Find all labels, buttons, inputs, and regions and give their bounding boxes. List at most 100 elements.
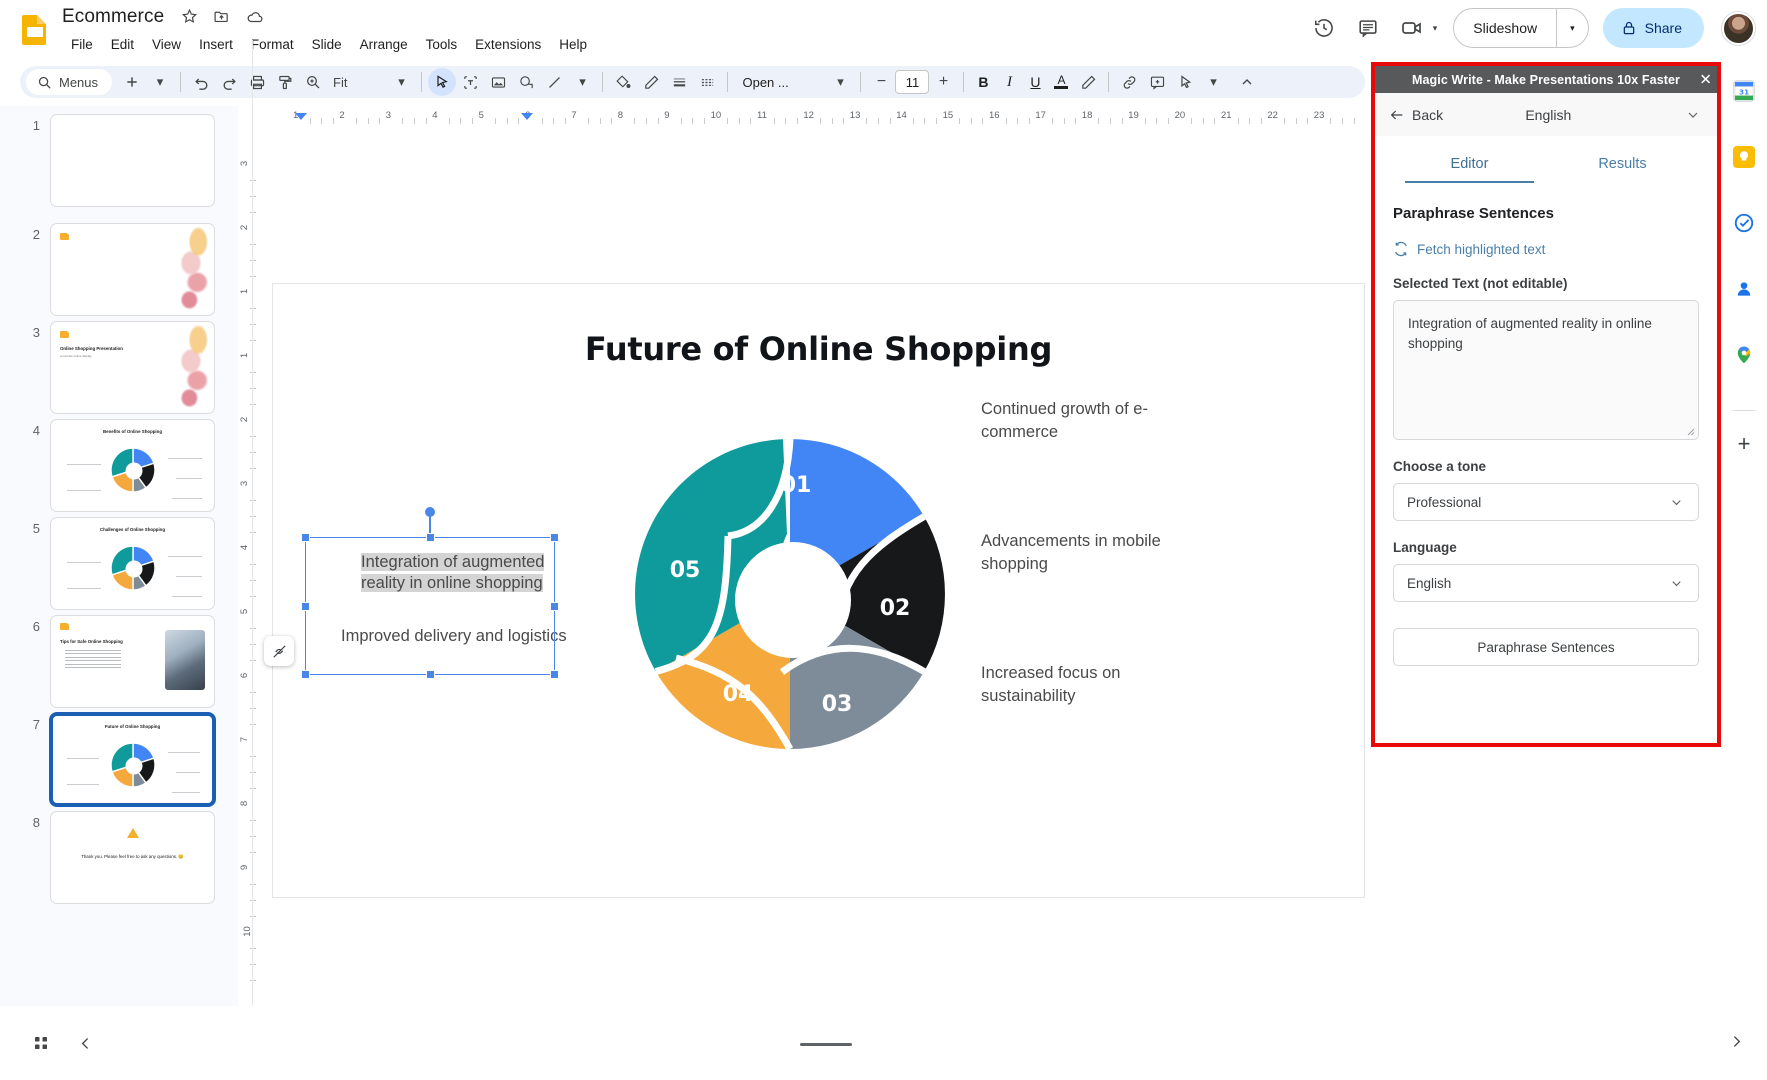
tab-editor[interactable]: Editor xyxy=(1393,142,1546,183)
list-item[interactable]: 3 Online Shopping Presentation a concise… xyxy=(14,321,215,414)
zoom-level-label[interactable]: Fit xyxy=(327,75,353,90)
highlighted-text[interactable]: Integration of augmented reality in onli… xyxy=(361,553,544,592)
horizontal-ruler[interactable]: 1234567891011121314151617181920212223 xyxy=(256,106,1366,128)
tab-results[interactable]: Results xyxy=(1546,142,1699,183)
move-to-folder-icon[interactable] xyxy=(213,8,230,25)
menu-file[interactable]: File xyxy=(62,34,102,55)
keep-icon[interactable] xyxy=(1733,146,1755,168)
shape-icon[interactable] xyxy=(512,68,540,96)
new-slide-button[interactable] xyxy=(118,68,146,96)
insert-link-icon[interactable] xyxy=(1115,68,1143,96)
resize-handle-w[interactable] xyxy=(301,602,310,611)
resize-grip-icon[interactable] xyxy=(1685,426,1695,436)
current-slide[interactable]: Future of Online Shopping xyxy=(272,283,1365,898)
undo-icon[interactable] xyxy=(187,68,215,96)
slide-thumbnail-7[interactable]: Future of Online Shopping xyxy=(50,713,215,806)
tone-select[interactable]: Professional xyxy=(1393,483,1699,521)
vertical-ruler[interactable]: 32112345678910 xyxy=(238,128,260,998)
menu-insert[interactable]: Insert xyxy=(190,34,242,55)
paint-format-icon[interactable] xyxy=(271,68,299,96)
meet-button[interactable]: ▾ xyxy=(1392,8,1438,48)
selected-text-content[interactable]: Integration of augmented reality in onli… xyxy=(361,552,556,594)
menu-tools[interactable]: Tools xyxy=(417,34,467,55)
add-comment-icon[interactable] xyxy=(1143,68,1171,96)
resize-handle-s[interactable] xyxy=(426,670,435,679)
slide-thumbnail-8[interactable]: Thank you. Please feel free to ask any q… xyxy=(50,811,215,904)
slide-filmstrip[interactable]: 1 2 3 Online Shopping Presentation a con… xyxy=(0,106,238,1006)
menu-view[interactable]: View xyxy=(143,34,190,55)
magic-write-panel[interactable]: Magic Write - Make Presentations 10x Fas… xyxy=(1375,66,1717,743)
back-button[interactable]: Back xyxy=(1389,107,1443,123)
tasks-icon[interactable] xyxy=(1733,212,1755,234)
font-family-caret-icon[interactable]: ▾ xyxy=(826,68,854,96)
meet-caret-icon[interactable]: ▾ xyxy=(1433,23,1438,34)
slides-logo-icon[interactable] xyxy=(18,12,52,46)
list-item[interactable]: 7 Future of Online Shopping xyxy=(14,713,215,806)
menu-help[interactable]: Help xyxy=(550,34,596,55)
slideshow-button[interactable]: Slideshow ▾ xyxy=(1453,8,1588,48)
increase-font-size-button[interactable]: + xyxy=(929,68,957,96)
slideshow-caret-icon[interactable]: ▾ xyxy=(1557,9,1588,47)
line-caret-icon[interactable]: ▾ xyxy=(568,68,596,96)
resize-handle-e[interactable] xyxy=(550,602,559,611)
image-icon[interactable] xyxy=(484,68,512,96)
bold-button[interactable]: B xyxy=(970,68,996,96)
new-slide-caret-icon[interactable]: ▾ xyxy=(146,68,174,96)
line-icon[interactable] xyxy=(540,68,568,96)
list-item[interactable]: 1 xyxy=(14,114,215,207)
menu-extensions[interactable]: Extensions xyxy=(466,34,550,55)
menu-edit[interactable]: Edit xyxy=(102,34,143,55)
menus-search-button[interactable]: Menus xyxy=(26,69,112,95)
text-box-icon[interactable] xyxy=(456,68,484,96)
slide-label-right-3[interactable]: Increased focus on sustainability xyxy=(981,662,1176,709)
addon-language-label[interactable]: English xyxy=(1525,107,1571,123)
list-item[interactable]: 8 Thank you. Please feel free to ask any… xyxy=(14,811,215,904)
calendar-icon[interactable]: 31 xyxy=(1733,80,1755,102)
resize-handle-n[interactable] xyxy=(426,533,435,542)
selected-text-box[interactable]: Integration of augmented reality in onli… xyxy=(305,537,555,675)
cloud-saved-icon[interactable] xyxy=(246,8,264,26)
zoom-caret-icon[interactable]: ▾ xyxy=(387,68,415,96)
resize-handle-se[interactable] xyxy=(550,670,559,679)
paraphrase-sentences-button[interactable]: Paraphrase Sentences xyxy=(1393,628,1699,666)
video-camera-icon[interactable] xyxy=(1392,8,1432,48)
slide-thumbnail-1[interactable] xyxy=(50,114,215,207)
star-icon[interactable] xyxy=(181,8,198,25)
chevron-down-icon[interactable] xyxy=(1685,107,1701,123)
slideshow-label[interactable]: Slideshow xyxy=(1454,9,1556,47)
chevron-left-icon[interactable] xyxy=(70,1028,100,1058)
cursor-select-icon[interactable] xyxy=(428,68,456,96)
list-item[interactable]: 6 Tips for Safe Online Shopping xyxy=(14,615,215,708)
fill-color-icon[interactable] xyxy=(609,68,637,96)
ruler-indent-marker[interactable] xyxy=(521,113,533,120)
border-color-icon[interactable] xyxy=(637,68,665,96)
zoom-icon[interactable] xyxy=(299,68,327,96)
grid-view-icon[interactable] xyxy=(26,1028,56,1058)
add-addon-button[interactable]: + xyxy=(1738,433,1751,455)
language-select[interactable]: English xyxy=(1393,564,1699,602)
notes-drag-handle[interactable] xyxy=(800,1043,852,1046)
menu-slide[interactable]: Slide xyxy=(303,34,351,55)
slide-thumbnail-5[interactable]: Challenges of Online Shopping xyxy=(50,517,215,610)
maps-icon[interactable] xyxy=(1733,344,1755,366)
resize-handle-ne[interactable] xyxy=(550,533,559,542)
underline-button[interactable]: U xyxy=(1022,68,1048,96)
slide-label-right-2[interactable]: Advancements in mobile shopping xyxy=(981,530,1176,577)
list-item[interactable]: 2 xyxy=(14,223,215,316)
border-dash-icon[interactable] xyxy=(693,68,721,96)
pointer-mode-icon[interactable] xyxy=(1171,68,1199,96)
history-clock-icon[interactable] xyxy=(1304,8,1344,48)
text-color-button[interactable]: A xyxy=(1048,68,1074,96)
decrease-font-size-button[interactable]: − xyxy=(867,68,895,96)
highlight-pen-icon[interactable] xyxy=(1074,68,1102,96)
donut-chart[interactable]: 01 02 03 04 05 xyxy=(625,429,955,759)
close-icon[interactable]: ✕ xyxy=(1699,72,1712,87)
resize-handle-sw[interactable] xyxy=(301,670,310,679)
ruler-indent-marker[interactable] xyxy=(295,113,307,120)
italic-button[interactable]: I xyxy=(996,68,1022,96)
list-item[interactable]: 5 Challenges of Online Shopping xyxy=(14,517,215,610)
pointer-mode-caret-icon[interactable]: ▾ xyxy=(1199,68,1227,96)
fetch-highlighted-text-button[interactable]: Fetch highlighted text xyxy=(1393,241,1699,257)
chevron-up-icon[interactable] xyxy=(1233,68,1261,96)
slide-title[interactable]: Future of Online Shopping xyxy=(273,330,1364,368)
